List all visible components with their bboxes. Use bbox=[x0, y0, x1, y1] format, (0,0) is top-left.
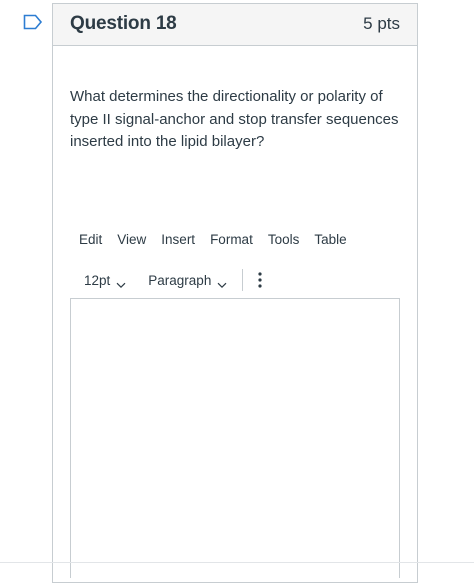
answer-editor[interactable] bbox=[70, 298, 400, 578]
menu-tools[interactable]: Tools bbox=[268, 232, 300, 247]
question-text: What determines the directionality or po… bbox=[70, 88, 399, 150]
block-format-dropdown[interactable]: Paragraph bbox=[143, 273, 232, 288]
question-card: Question 18 5 pts What determines the di… bbox=[52, 3, 418, 583]
more-vertical-icon[interactable] bbox=[253, 271, 267, 289]
block-format-value: Paragraph bbox=[148, 272, 212, 288]
editor-menubar: Edit View Insert Format Tools Table bbox=[79, 232, 362, 247]
font-size-dropdown[interactable]: 12pt bbox=[79, 273, 131, 288]
chevron-down-icon bbox=[217, 277, 227, 288]
toolbar-divider bbox=[242, 269, 244, 291]
menu-view[interactable]: View bbox=[117, 232, 146, 247]
question-header: Question 18 5 pts bbox=[53, 4, 417, 46]
editor-toolbar: 12pt Paragraph bbox=[79, 267, 267, 293]
font-size-value: 12pt bbox=[84, 272, 111, 288]
menu-table[interactable]: Table bbox=[314, 232, 346, 247]
menu-format[interactable]: Format bbox=[210, 232, 253, 247]
question-title: Question 18 bbox=[70, 13, 177, 34]
menu-edit[interactable]: Edit bbox=[79, 232, 102, 247]
menu-insert[interactable]: Insert bbox=[161, 232, 195, 247]
flag-question-icon[interactable] bbox=[23, 14, 43, 30]
page-divider bbox=[0, 562, 474, 563]
question-points: 5 pts bbox=[363, 14, 400, 33]
chevron-down-icon bbox=[116, 277, 126, 288]
